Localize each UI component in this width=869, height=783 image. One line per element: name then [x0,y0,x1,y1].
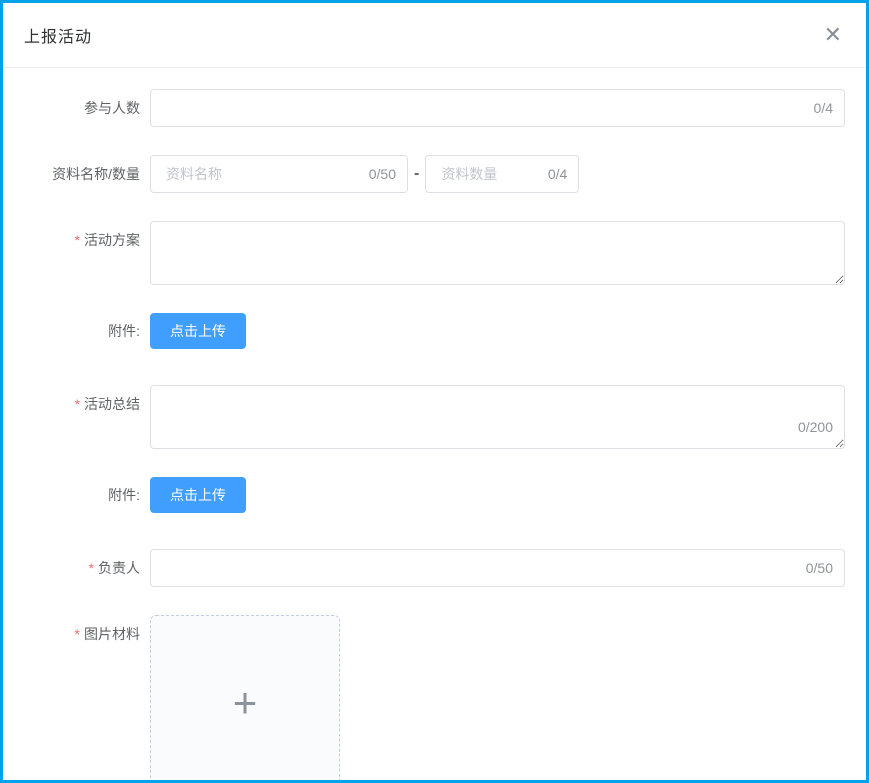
summary-textarea-wrap: 0/200 [150,385,845,449]
images-content: + [150,615,845,783]
report-activity-dialog: 上报活动 ✕ 参与人数 0/4 资料名称/数量 0/50 [0,0,869,783]
manager-label-text: 负责人 [98,560,140,576]
form-row-manager: *负责人 0/50 [3,549,845,587]
plan-attachment-label-text: 附件: [108,323,140,339]
material-qty-input[interactable] [425,155,579,193]
plan-upload-button[interactable]: 点击上传 [150,313,246,349]
manager-content: 0/50 [150,549,845,587]
form-row-plan: *活动方案 [3,221,845,285]
plan-textarea-wrap [150,221,845,285]
plan-required-mark: * [75,232,80,248]
manager-label: *负责人 [3,549,150,587]
summary-required-mark: * [75,396,80,412]
material-separator: - [414,155,419,193]
manager-input-wrap: 0/50 [150,549,845,587]
image-upload-dropzone[interactable]: + [150,615,340,783]
material-name-wrap: 0/50 [150,155,408,193]
material-dual-wrap: 0/50 - 0/4 [150,155,845,193]
plan-label-text: 活动方案 [84,232,140,248]
plan-textarea[interactable] [150,221,845,285]
material-content: 0/50 - 0/4 [150,155,845,193]
summary-label-text: 活动总结 [84,396,140,412]
form-row-summary: *活动总结 0/200 [3,385,845,449]
form-row-summary-attachment: 附件: 点击上传 [3,477,845,513]
dialog-body: 参与人数 0/4 资料名称/数量 0/50 - [3,68,866,783]
summary-attachment-content: 点击上传 [150,477,845,513]
form-row-material: 资料名称/数量 0/50 - 0/4 [3,155,845,193]
summary-textarea[interactable] [150,385,845,449]
summary-content: 0/200 [150,385,845,449]
form-row-plan-attachment: 附件: 点击上传 [3,313,845,349]
images-label: *图片材料 [3,615,150,653]
participants-label-text: 参与人数 [84,100,140,116]
material-qty-wrap: 0/4 [425,155,579,193]
dialog-header: 上报活动 ✕ [3,3,866,68]
material-name-input[interactable] [150,155,408,193]
material-label: 资料名称/数量 [3,155,150,193]
summary-upload-button[interactable]: 点击上传 [150,477,246,513]
participants-input-wrap: 0/4 [150,89,845,127]
summary-label: *活动总结 [3,385,150,423]
plan-content [150,221,845,285]
manager-input[interactable] [150,549,845,587]
manager-required-mark: * [89,560,94,576]
images-required-mark: * [75,626,80,642]
material-label-text: 资料名称/数量 [52,166,140,182]
participants-content: 0/4 [150,89,845,127]
form-row-images: *图片材料 + [3,615,845,783]
images-label-text: 图片材料 [84,626,140,642]
plan-attachment-label: 附件: [3,313,150,349]
participants-input[interactable] [150,89,845,127]
participants-label: 参与人数 [3,89,150,127]
close-icon[interactable]: ✕ [820,22,846,48]
summary-attachment-label: 附件: [3,477,150,513]
plus-icon: + [233,682,258,724]
form-row-participants: 参与人数 0/4 [3,89,845,127]
summary-attachment-label-text: 附件: [108,487,140,503]
plan-attachment-content: 点击上传 [150,313,845,349]
plan-label: *活动方案 [3,221,150,259]
dialog-title: 上报活动 [24,23,92,47]
